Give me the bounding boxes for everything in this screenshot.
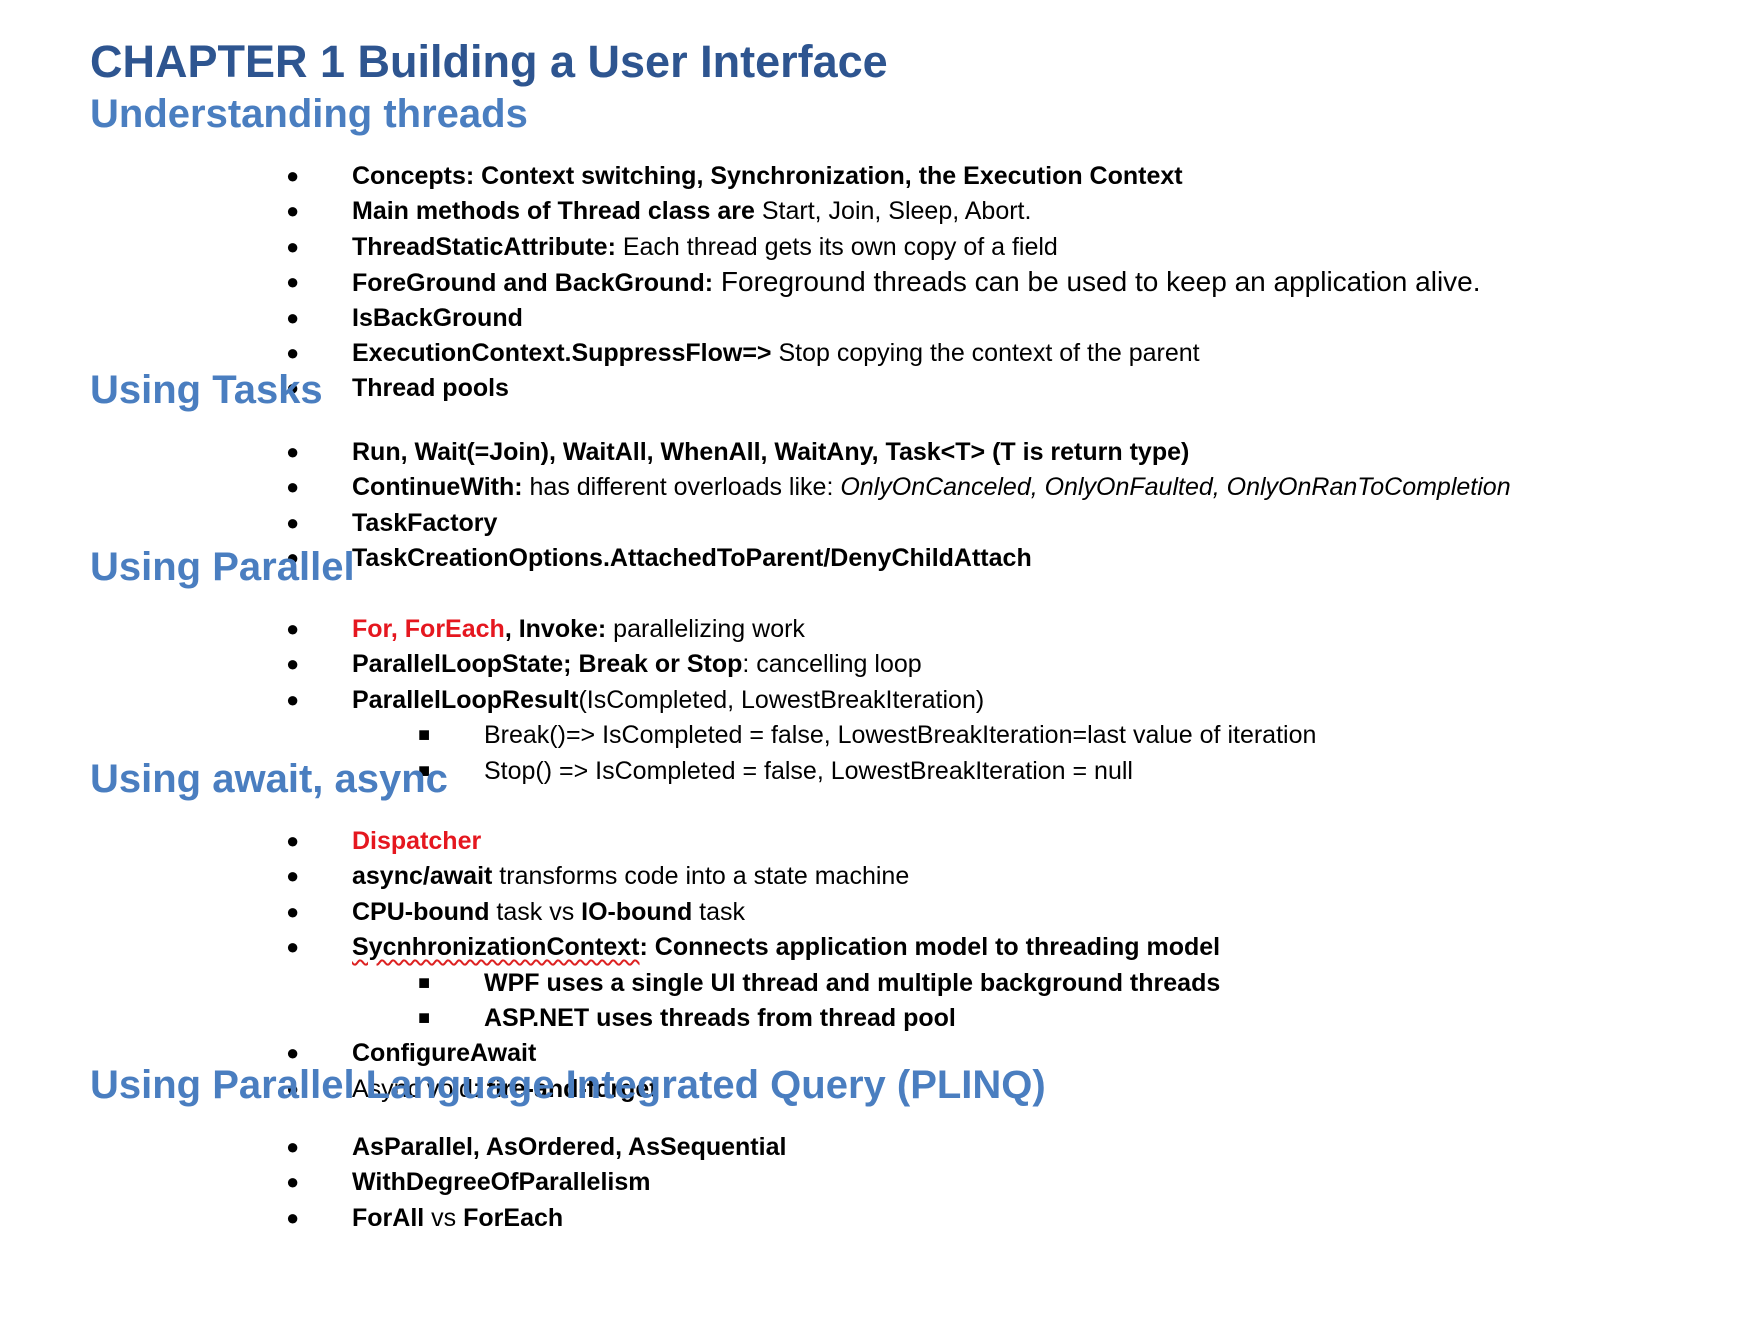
text-run: has different overloads like: — [522, 473, 841, 502]
text-run: Concepts: Context switching, Synchroniza… — [352, 162, 1183, 190]
text-run: parallelizing work — [606, 615, 805, 643]
text-run: ThreadStaticAttribute: — [352, 232, 616, 261]
list-item-text: Stop() => IsCompleted = false, LowestBre… — [484, 753, 1133, 789]
list-item-text: Main methods of Thread class are Start, … — [352, 193, 1031, 229]
text-run: ParallelLoopState; Break or Stop — [352, 650, 743, 679]
text-run: IsBackGround — [352, 303, 523, 332]
text-run: ExecutionContext.SuppressFlow=> — [352, 339, 772, 367]
list-item-text: Dispatcher — [352, 823, 481, 859]
text-run: : cancelling loop — [742, 650, 922, 679]
text-run: task — [692, 897, 746, 926]
list-item-text: ThreadStaticAttribute: Each thread gets … — [352, 229, 1058, 265]
square-bullet-icon: ■ — [418, 724, 431, 747]
round-bullet-icon: ● — [286, 1169, 300, 1195]
list-item-text: TaskFactory — [352, 505, 497, 541]
list-item-text: ContinueWith: has different overloads li… — [352, 469, 1511, 505]
text-run: : Connects application model to threadin… — [639, 933, 1221, 962]
list-item-text: WPF uses a single UI thread and multiple… — [484, 965, 1220, 1001]
text-run: Stop() => IsCompleted = false, LowestBre… — [484, 756, 1133, 785]
text-run: IO-bound — [581, 897, 693, 926]
round-bullet-icon: ● — [286, 616, 300, 641]
text-run: Stop copying the context of the parent — [771, 339, 1200, 367]
square-bullet-icon: ■ — [418, 1007, 431, 1029]
text-run: TaskCreationOptions.AttachedToParent/Den… — [352, 544, 1032, 573]
text-run: task vs — [489, 897, 582, 926]
section-heading: Using Tasks — [90, 368, 323, 412]
text-run: Start, Join, Sleep, Abort. — [754, 197, 1032, 226]
text-run: ForeGround and BackGround: — [352, 269, 714, 298]
chapter-title: CHAPTER 1 Building a User Interface — [90, 36, 888, 87]
round-bullet-icon: ● — [286, 934, 300, 960]
section-heading: Using Parallel — [90, 545, 355, 589]
text-run: transforms code into a state machine — [492, 862, 910, 891]
text-run: Each thread gets its own copy of a field — [615, 232, 1058, 261]
section-heading: Using await, async — [90, 757, 448, 801]
text-run: async/await — [352, 862, 493, 891]
round-bullet-icon: ● — [286, 863, 300, 889]
list-item-text: WithDegreeOfParallelism — [352, 1164, 651, 1200]
round-bullet-icon: ● — [286, 828, 300, 853]
misspelled-term: SycnhronizationContext — [352, 933, 640, 962]
text-run: ContinueWith: — [352, 473, 523, 502]
list-item-text: CPU-bound task vs IO-bound task — [352, 894, 745, 930]
list-item-text: TaskCreationOptions.AttachedToParent/Den… — [352, 540, 1032, 576]
round-bullet-icon: ● — [286, 304, 300, 330]
list-item-text: IsBackGround — [352, 300, 523, 336]
list-item-text: async/await transforms code into a state… — [352, 858, 909, 894]
text-run: AsParallel, AsOrdered, AsSequential — [352, 1133, 787, 1161]
text-run: vs — [424, 1203, 464, 1232]
round-bullet-icon: ● — [286, 898, 300, 924]
list-item-text: ParallelLoopState; Break or Stop: cancel… — [352, 646, 922, 682]
text-run: Main methods of Thread class are — [352, 197, 755, 226]
list-item-text: ExecutionContext.SuppressFlow=> Stop cop… — [352, 335, 1200, 371]
section-heading: Understanding threads — [90, 92, 528, 136]
text-run: (IsCompleted, LowestBreakIteration) — [578, 685, 985, 714]
text-run: OnlyOnCanceled, OnlyOnFaulted, OnlyOnRan… — [840, 473, 1511, 502]
text-run: Dispatcher — [352, 827, 482, 855]
list-item-text: ForAll vs ForEach — [352, 1200, 563, 1236]
round-bullet-icon: ● — [286, 509, 300, 535]
list-item-text: SycnhronizationContext: Connects applica… — [352, 929, 1220, 965]
text-run: WithDegreeOfParallelism — [352, 1168, 651, 1197]
text-run: WPF uses a single UI thread and multiple… — [484, 968, 1221, 997]
document-page: { "chapter_title": "CHAPTER 1 Building a… — [0, 0, 1744, 1330]
text-run: ASP.NET uses threads from thread pool — [484, 1004, 956, 1032]
text-run: Thread pools — [352, 374, 509, 403]
round-bullet-icon: ● — [286, 1134, 300, 1159]
text-run: TaskFactory — [352, 508, 498, 537]
text-run: , Invoke: — [504, 615, 607, 643]
text-run: For, ForEach — [352, 615, 505, 643]
list-item-text: AsParallel, AsOrdered, AsSequential — [352, 1129, 786, 1165]
round-bullet-icon: ● — [286, 651, 300, 677]
text-run: CPU-bound — [352, 897, 490, 926]
text-run: Foreground threads can be used to keep a… — [713, 266, 1481, 298]
round-bullet-icon: ● — [286, 1204, 300, 1230]
round-bullet-icon: ● — [286, 269, 300, 295]
text-run: ParallelLoopResult — [352, 685, 579, 714]
list-item-text: ParallelLoopResult(IsCompleted, LowestBr… — [352, 682, 984, 718]
list-item-text: For, ForEach, Invoke: parallelizing work — [352, 611, 805, 647]
round-bullet-icon: ● — [286, 474, 300, 500]
list-item-text: Run, Wait(=Join), WaitAll, WhenAll, Wait… — [352, 434, 1189, 470]
list-item-text: Concepts: Context switching, Synchroniza… — [352, 158, 1183, 194]
round-bullet-icon: ● — [286, 163, 300, 188]
text-run: ForEach — [463, 1203, 564, 1232]
list-item-text: ForeGround and BackGround: Foreground th… — [352, 264, 1481, 301]
round-bullet-icon: ● — [286, 439, 300, 464]
round-bullet-icon: ● — [286, 340, 300, 365]
round-bullet-icon: ● — [286, 233, 300, 259]
list-item-text: Break()=> IsCompleted = false, LowestBre… — [484, 717, 1316, 753]
list-item-text: Thread pools — [352, 370, 509, 406]
list-item-text: ASP.NET uses threads from thread pool — [484, 1000, 956, 1036]
section-heading: Using Parallel Language Integrated Query… — [90, 1063, 1046, 1107]
text-run: ForAll — [352, 1203, 425, 1232]
round-bullet-icon: ● — [286, 686, 300, 712]
square-bullet-icon: ■ — [418, 971, 431, 994]
round-bullet-icon: ● — [286, 198, 300, 224]
text-run: Break()=> IsCompleted = false, LowestBre… — [484, 721, 1317, 750]
text-run: Run, Wait(=Join), WaitAll, WhenAll, Wait… — [352, 438, 1190, 466]
